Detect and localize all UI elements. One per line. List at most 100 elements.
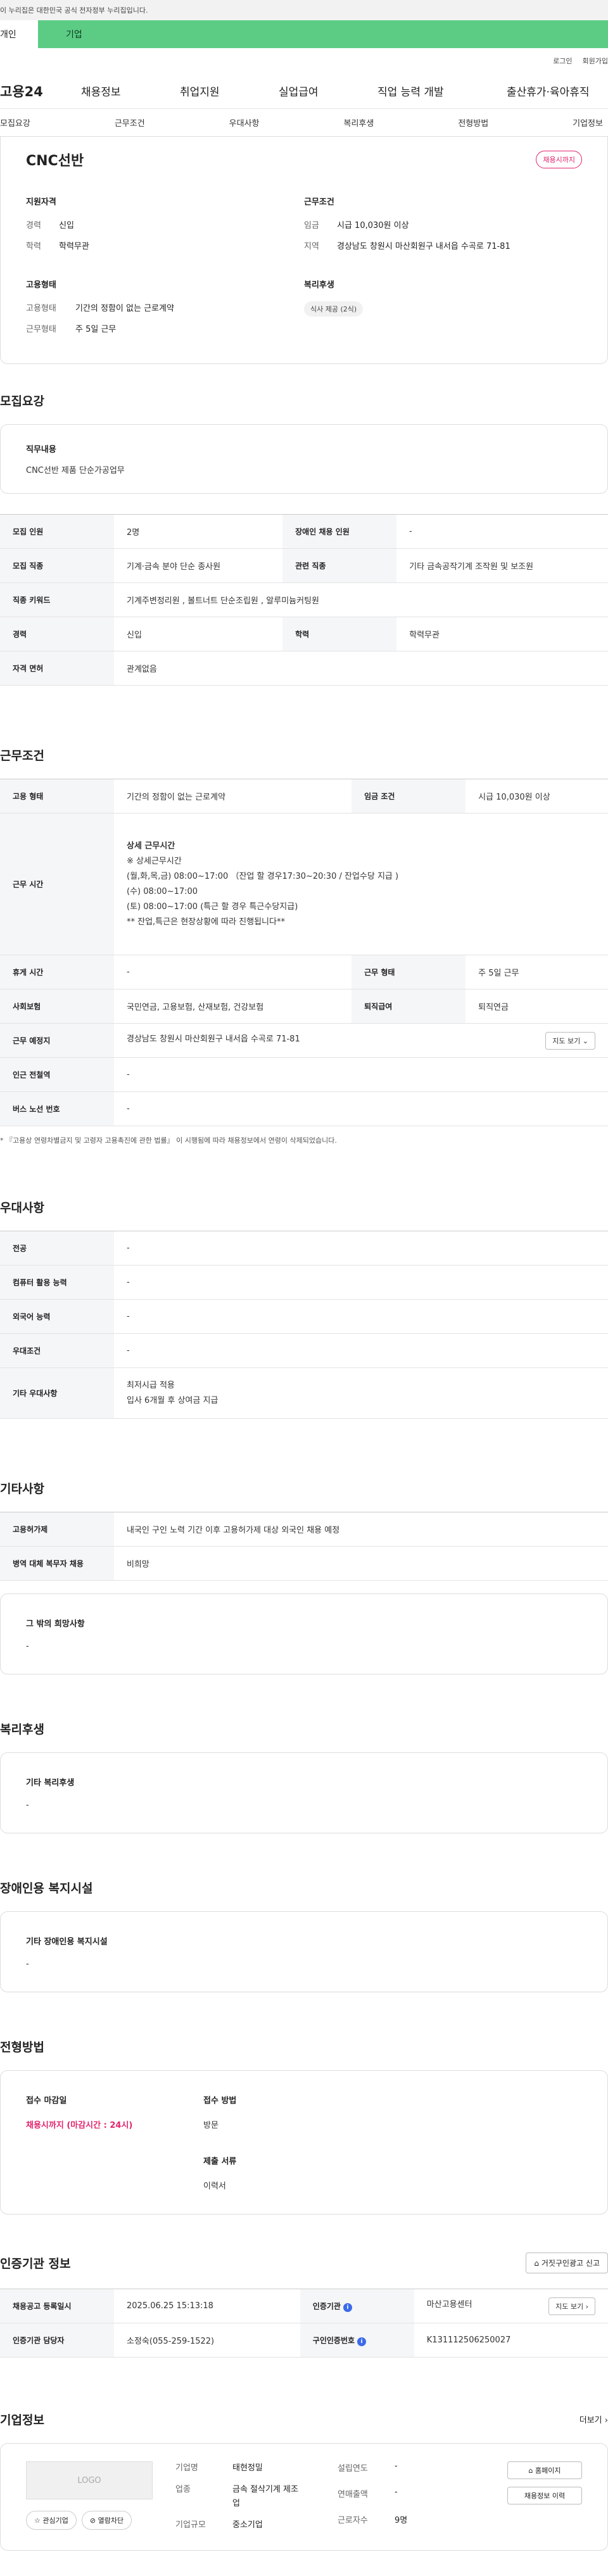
value: 기간의 정함이 없는 근로계약 [75, 304, 174, 313]
cell-label: 직종 키워드 [0, 582, 114, 617]
process-card: 접수 마감일 채용시까지 (마감시간 : 24시) 접수 방법 방문 제출 서류… [0, 2070, 608, 2215]
cell-value: 학력무관 [396, 617, 608, 651]
welfare-value: - [26, 1800, 29, 1810]
more-label: 더보기 [579, 2416, 602, 2425]
table-row: 모집 직종 기계·금속 분야 단순 종사원 관련 직종 기타 금속공작기계 조작원 및… [0, 548, 608, 583]
tab-company[interactable]: 기업 [38, 20, 608, 48]
cell-value: - [114, 1299, 608, 1334]
homepage-button[interactable]: ⌂ 홈페이지 [507, 2461, 582, 2479]
info-icon[interactable]: i [343, 2303, 352, 2312]
table-row: 근무 예정지 경상남도 창원시 마산회원구 내서읍 수곡로 71-81 지도 보기 … [0, 1023, 608, 1058]
tab-personal[interactable]: 개인 [0, 20, 38, 48]
cell-value: 2025.06.25 15:13:18 [114, 2289, 300, 2323]
value: 태현정밀 [232, 2463, 263, 2473]
agency-detail-button[interactable]: 지도 보기 › [548, 2297, 595, 2315]
table-row: 병역 대체 복무자 채용 비희망 [0, 1546, 608, 1581]
favorite-company-button[interactable]: ☆ 관심기업 [26, 2511, 77, 2530]
job-history-button[interactable]: 채용정보 이력 [507, 2487, 582, 2504]
anchor-recruit[interactable]: 모집요강 [0, 116, 30, 129]
block-view-button[interactable]: ⊘ 열람차단 [81, 2511, 132, 2530]
info-icon[interactable]: i [357, 2337, 367, 2346]
cell-value: 2명 [114, 514, 283, 549]
nav-leave[interactable]: 출산휴가·육아휴직 [507, 83, 590, 99]
recruit-table: 모집 인원 2명 장애인 채용 인원 - 모집 직종 기계·금속 분야 단순 종사원 관련… [0, 514, 608, 686]
false-ad-report-button[interactable]: ⌂ 거짓구인광고 신고 [526, 2252, 608, 2273]
disabled-sub-heading: 기타 장애인용 복지시설 [26, 1937, 108, 1947]
docs-heading: 제출 서류 [203, 2157, 237, 2166]
cell-value: 최저시급 적용 입사 6개월 후 상여금 지급 [114, 1367, 608, 1419]
disabled-value: - [26, 1959, 29, 1969]
value: 금속 절삭기계 제조업 [232, 2485, 298, 2508]
job-summary-card: CNC선반 채용시까지 지원자격 경력 신입 학력 학력무관 근무조건 임금 시급 1… [0, 137, 608, 364]
cell-label: 인증기관 i [300, 2289, 414, 2323]
section-title-welfare: 복리후생 [0, 1723, 44, 1737]
nav-employment-support[interactable]: 취업지원 [180, 83, 279, 99]
section-title-company: 기업정보 [0, 2413, 44, 2427]
table-row: 인증기관 담당자 소정숙(055-259-1522) 구인인증번호 i K1311125… [0, 2323, 608, 2358]
block-label: 열람차단 [98, 2516, 124, 2525]
label: 임금 [304, 221, 319, 230]
cond-heading: 근무조건 [304, 198, 334, 207]
login-link[interactable]: 로그인 [553, 56, 572, 66]
map-view-button[interactable]: 지도 보기 ⌄ [545, 1031, 595, 1050]
emp-heading: 고용형태 [26, 280, 56, 290]
cell-label: 장애인 채용 인원 [282, 514, 397, 549]
label: 학력 [26, 242, 41, 251]
wish-value: - [26, 1642, 29, 1651]
section-title-recruit: 모집요강 [0, 394, 44, 408]
label: 기업명 [175, 2463, 198, 2473]
chevron-right-icon: › [585, 2302, 588, 2311]
cell-value: 경상남도 창원시 마산회원구 내서읍 수곡로 71-81 지도 보기 ⌄ [114, 1023, 608, 1058]
cell-value: - [114, 1265, 608, 1300]
signup-link[interactable]: 회원가입 [583, 56, 608, 66]
site-logo[interactable]: 고용24 [0, 82, 81, 101]
table-row: 외국어 능력 - [0, 1299, 608, 1334]
cell-value: - [114, 1333, 608, 1368]
cell-label: 전공 [0, 1231, 114, 1266]
user-type-tabs: 개인 기업 [0, 20, 608, 48]
cell-label: 근무 예정지 [0, 1023, 114, 1058]
anchor-welfare[interactable]: 복리후생 [343, 116, 374, 129]
home-label: 홈페이지 [535, 2466, 561, 2475]
cell-value: 기계주변정리원 , 볼트너트 단순조립원 , 알루미늄커팅원 [114, 582, 608, 617]
value: 신입 [59, 221, 74, 230]
work-time-detail: 상세 근무시간 ※ 상세근무시간 (월,화,목,금) 08:00~17:00 （… [114, 813, 608, 955]
nav-jobs[interactable]: 채용정보 [81, 83, 180, 99]
docs-value: 이력서 [203, 2182, 226, 2191]
cell-value: 비희망 [114, 1546, 608, 1581]
cell-label: 근무 시간 [0, 813, 114, 955]
wish-heading: 그 밖의 희망사항 [26, 1619, 85, 1629]
duty-value: CNC선반 제품 단순가공업무 [26, 466, 125, 475]
label: 지역 [304, 242, 319, 251]
cell-value: 시급 10,030원 이상 [466, 779, 608, 814]
deadline-heading: 접수 마감일 [26, 2096, 67, 2106]
cell-label: 외국어 능력 [0, 1299, 114, 1334]
company-more-link[interactable]: 더보기 › [580, 2413, 608, 2425]
home-icon: ⌂ [528, 2466, 533, 2475]
cell-label: 사회보험 [0, 989, 114, 1024]
nav-training[interactable]: 직업 능력 개발 [377, 83, 507, 99]
anchor-company[interactable]: 기업정보 [573, 116, 603, 129]
agency-name: 마산고용센터 [426, 2299, 472, 2309]
cell-value: - [114, 1231, 608, 1266]
section-title-other: 기타사항 [0, 1482, 44, 1496]
nav-unemployment[interactable]: 실업급여 [279, 83, 377, 99]
label: 고용형태 [26, 304, 56, 313]
duty-heading: 직무내용 [26, 445, 56, 455]
section-title-agency: 인증기관 정보 [0, 2257, 71, 2271]
star-icon: ☆ [34, 2516, 41, 2525]
table-row: 고용허가제 내국인 구인 노력 기간 이후 고용허가제 대상 외국인 채용 예정 [0, 1512, 608, 1547]
text-line: 입사 6개월 후 상여금 지급 [127, 1395, 218, 1405]
agency-table: 채용공고 등록일시 2025.06.25 15:13:18 인증기관 i 마산고용센터 지… [0, 2289, 608, 2358]
home-icon: ⌂ [534, 2259, 540, 2268]
anchor-work[interactable]: 근무조건 [115, 116, 145, 129]
cell-label: 경력 [0, 617, 114, 651]
table-row: 컴퓨터 활용 능력 - [0, 1265, 608, 1300]
chevron-down-icon: ⌄ [582, 1036, 588, 1045]
welfare-sub-heading: 기타 복리후생 [26, 1778, 75, 1788]
value: 학력무관 [59, 242, 89, 251]
anchor-process[interactable]: 전형방법 [458, 116, 488, 129]
cell-value: 국민연금, 고용보험, 산재보험, 건강보험 [114, 989, 352, 1024]
anchor-pref[interactable]: 우대사항 [229, 116, 260, 129]
cell-label: 임금 조건 [352, 779, 466, 814]
